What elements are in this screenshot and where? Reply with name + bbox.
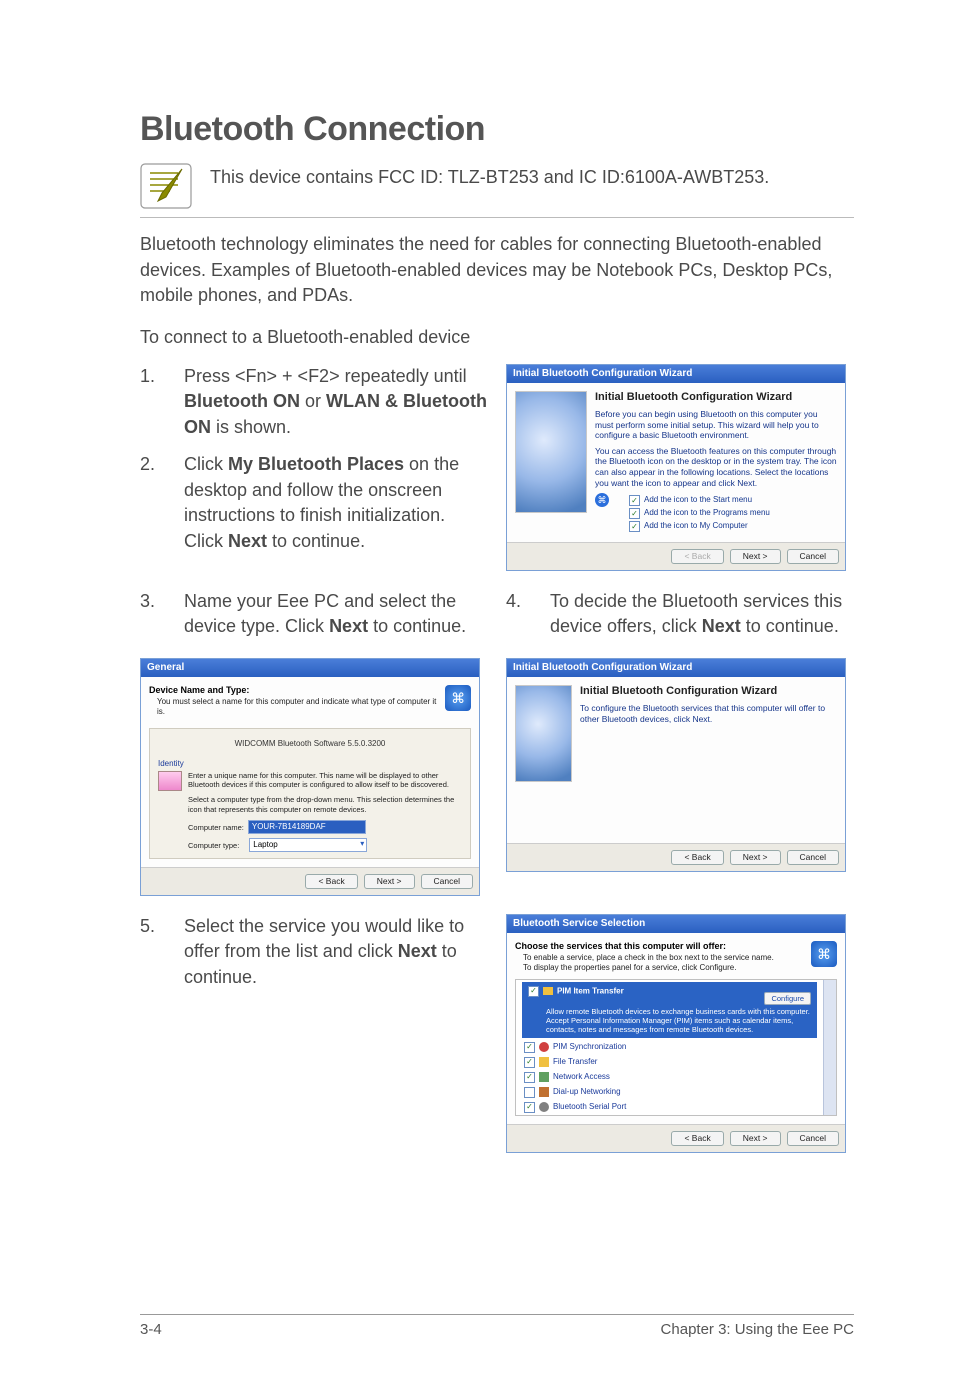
step-text: Click My Bluetooth Places on the desktop… [184, 452, 488, 554]
service-network-access[interactable]: ✓Network Access [516, 1070, 823, 1085]
lead-line: To connect to a Bluetooth-enabled device [140, 327, 854, 348]
wizard4-text: To configure the Bluetooth services that… [580, 703, 837, 724]
service-selected[interactable]: ✓PIM Item Transfer Configure Allow remot… [522, 982, 817, 1038]
wizard3-titlebar: General [141, 659, 479, 678]
scrollbar[interactable] [823, 980, 836, 1115]
computer-type-select[interactable]: Laptop [249, 838, 367, 852]
back-button[interactable]: < Back [305, 874, 357, 889]
cancel-button[interactable]: Cancel [787, 1131, 839, 1146]
step-text: Select the service you would like to off… [184, 914, 488, 991]
wizard1-heading: Initial Bluetooth Configuration Wizard [595, 391, 837, 405]
software-version: WIDCOMM Bluetooth Software 5.5.0.3200 [158, 735, 462, 759]
step-4: 4. To decide the Bluetooth services this… [506, 589, 854, 640]
step-text: Name your Eee PC and select the device t… [184, 589, 488, 640]
identity-label: Identity [158, 759, 462, 769]
step-num: 3. [140, 589, 168, 640]
note-text: This device contains FCC ID: TLZ-BT253 a… [210, 163, 769, 189]
checkbox-start-menu[interactable]: ✓Add the icon to the Start menu [629, 495, 837, 506]
wizard5-sub: To enable a service, place a check in th… [523, 953, 774, 963]
computer-name-label: Computer name: [188, 823, 244, 832]
computer-icon [158, 771, 182, 791]
step-3: 3. Name your Eee PC and select the devic… [140, 589, 488, 640]
step-text: To decide the Bluetooth services this de… [550, 589, 854, 640]
wizard1-dialog: Initial Bluetooth Configuration Wizard I… [506, 364, 846, 571]
service-serial-port[interactable]: ✓Bluetooth Serial Port [516, 1100, 823, 1115]
cancel-button[interactable]: Cancel [787, 850, 839, 865]
note-icon [140, 163, 192, 209]
computer-name-input[interactable]: YOUR-7B14189DAF [248, 820, 366, 834]
step-1: 1. Press <Fn> + <F2> repeatedly until Bl… [140, 364, 488, 441]
back-button: < Back [671, 549, 723, 564]
identity-text: Select a computer type from the drop-dow… [188, 795, 462, 814]
intro-paragraph: Bluetooth technology eliminates the need… [140, 232, 854, 309]
service-desc: Allow remote Bluetooth devices to exchan… [528, 1005, 811, 1034]
wizard1-text: Before you can begin using Bluetooth on … [595, 409, 837, 441]
wizard1-text: You can access the Bluetooth features on… [595, 446, 837, 489]
step-num: 1. [140, 364, 168, 441]
wizard4-heading: Initial Bluetooth Configuration Wizard [580, 685, 837, 699]
next-button[interactable]: Next > [730, 1131, 781, 1146]
step-2: 2. Click My Bluetooth Places on the desk… [140, 452, 488, 554]
sync-icon [539, 1042, 549, 1052]
cancel-button[interactable]: Cancel [787, 549, 839, 564]
serial-icon [539, 1102, 549, 1112]
bluetooth-logo-icon: ⌘ [811, 941, 837, 967]
service-pim-sync[interactable]: ✓PIM Synchronization [516, 1040, 823, 1055]
wizard4-dialog: Initial Bluetooth Configuration Wizard I… [506, 658, 846, 872]
service-dialup[interactable]: Dial-up Networking [516, 1085, 823, 1100]
bluetooth-logo-icon: ⌘ [445, 685, 471, 711]
wizard5-titlebar: Bluetooth Service Selection [507, 915, 845, 934]
wizard5-heading: Choose the services that this computer w… [515, 941, 774, 952]
globe-graphic [515, 685, 572, 782]
page-number: 3-4 [140, 1321, 162, 1338]
service-file-transfer[interactable]: ✓File Transfer [516, 1055, 823, 1070]
page-title: Bluetooth Connection [140, 110, 854, 149]
step-5: 5. Select the service you would like to … [140, 914, 488, 991]
next-button[interactable]: Next > [730, 549, 781, 564]
wizard5-dialog: Bluetooth Service Selection Choose the s… [506, 914, 846, 1153]
checkbox-programs-menu[interactable]: ✓Add the icon to the Programs menu [629, 508, 837, 519]
wizard1-titlebar: Initial Bluetooth Configuration Wizard [507, 365, 845, 384]
globe-graphic [515, 391, 587, 513]
wizard4-titlebar: Initial Bluetooth Configuration Wizard [507, 659, 845, 678]
back-button[interactable]: < Back [671, 850, 723, 865]
wizard3-dialog: General Device Name and Type: You must s… [140, 658, 480, 896]
wizard3-sub: You must select a name for this computer… [157, 697, 445, 717]
bluetooth-icon: ⌘ [595, 493, 609, 507]
configure-button[interactable]: Configure [764, 992, 811, 1005]
next-button[interactable]: Next > [730, 850, 781, 865]
cancel-button[interactable]: Cancel [421, 874, 473, 889]
phone-icon [539, 1087, 549, 1097]
checkbox-my-computer[interactable]: ✓Add the icon to My Computer [629, 521, 837, 532]
step-text: Press <Fn> + <F2> repeatedly until Bluet… [184, 364, 488, 441]
card-icon [543, 987, 553, 995]
computer-type-label: Computer type: [188, 841, 239, 850]
next-button[interactable]: Next > [364, 874, 415, 889]
identity-text: Enter a unique name for this computer. T… [188, 771, 462, 790]
wizard3-heading: Device Name and Type: [149, 685, 445, 696]
chapter-label: Chapter 3: Using the Eee PC [661, 1321, 854, 1338]
note-box: This device contains FCC ID: TLZ-BT253 a… [140, 163, 854, 218]
step-num: 5. [140, 914, 168, 991]
step-num: 2. [140, 452, 168, 554]
folder-icon [539, 1057, 549, 1067]
network-icon [539, 1072, 549, 1082]
step-num: 4. [506, 589, 534, 640]
back-button[interactable]: < Back [671, 1131, 723, 1146]
wizard5-sub: To display the properties panel for a se… [523, 963, 774, 973]
